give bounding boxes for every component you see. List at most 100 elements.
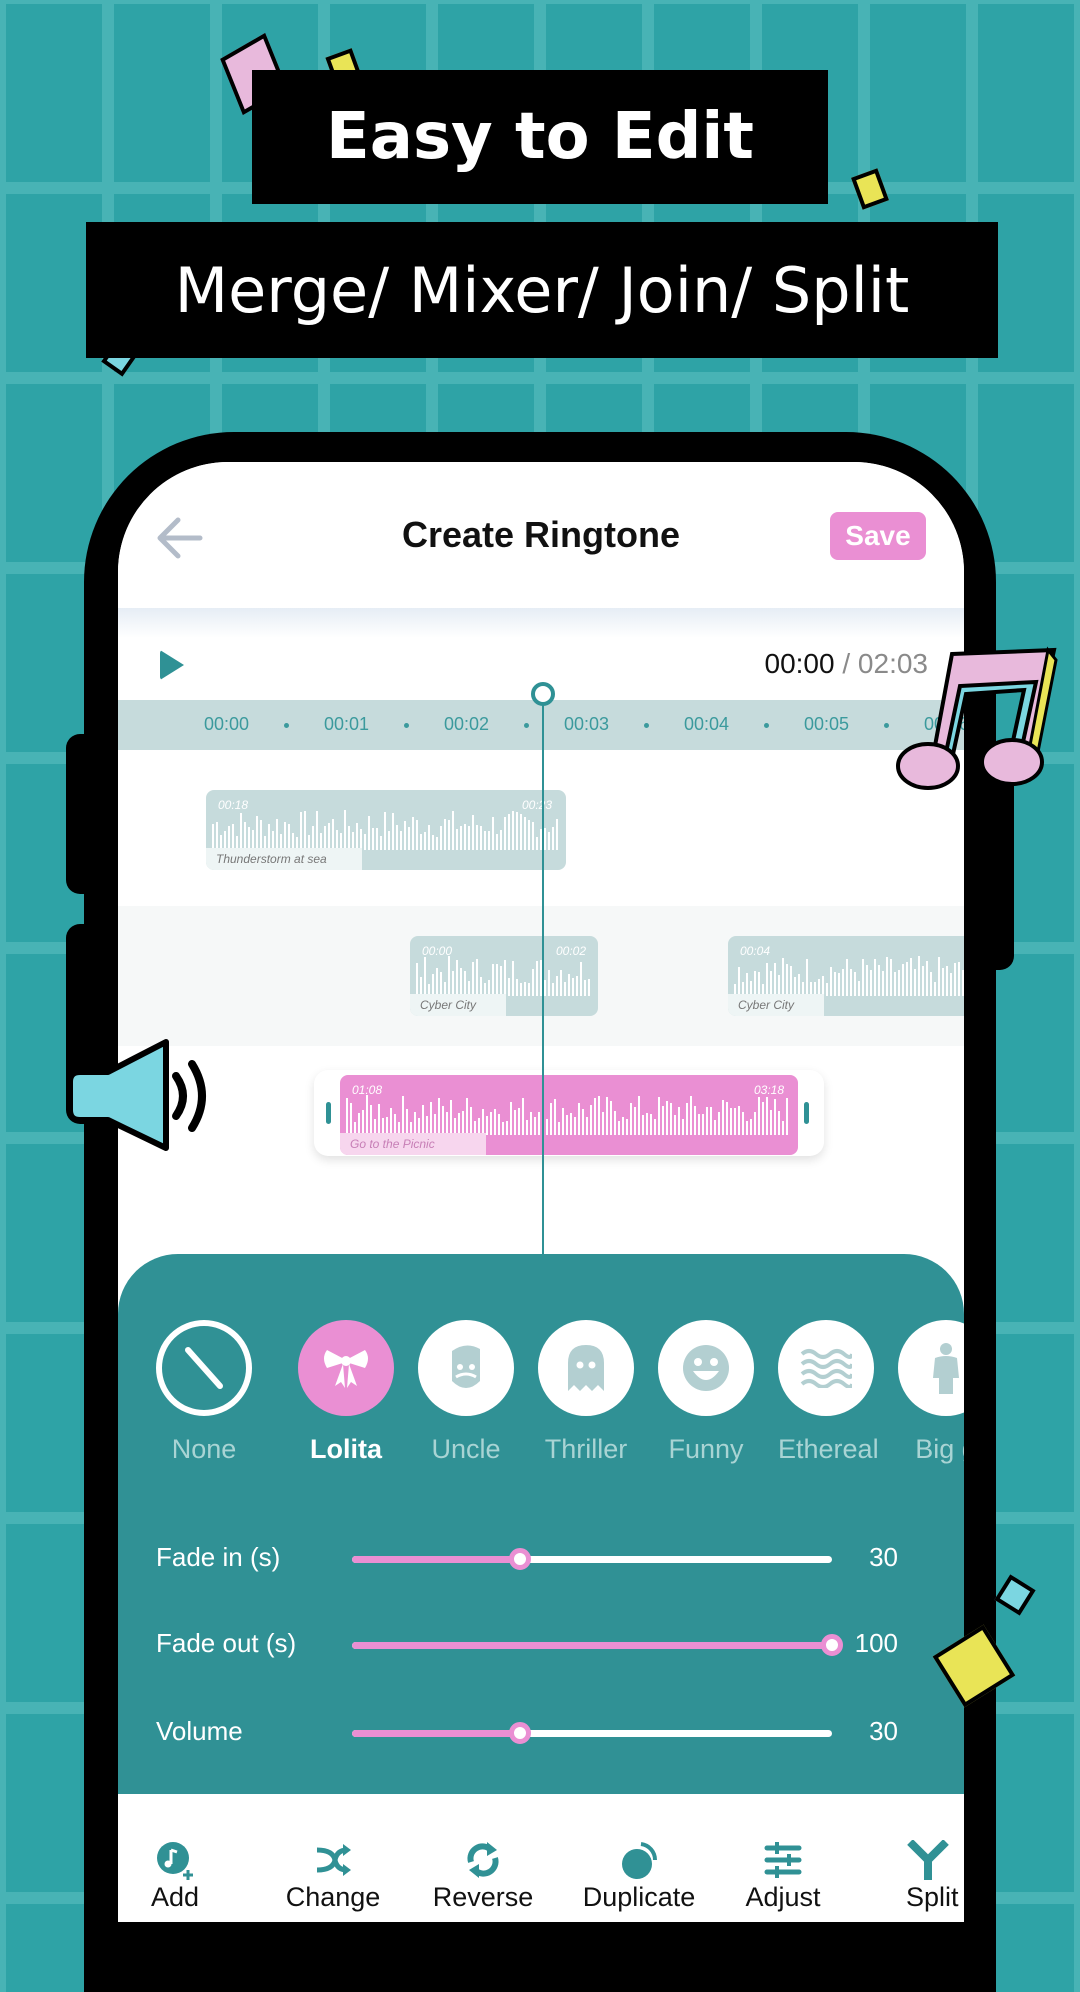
- bow-icon: [298, 1320, 394, 1416]
- waveform-bar: [626, 1119, 628, 1135]
- waveform-bar: [512, 810, 514, 850]
- audio-clip[interactable]: 00:00 00:02 Cyber City: [410, 936, 598, 1016]
- waveform-bar: [408, 826, 410, 850]
- effect-big-g[interactable]: Big g: [898, 1320, 964, 1465]
- save-button[interactable]: Save: [830, 512, 926, 560]
- effect-thriller[interactable]: Thriller: [538, 1320, 634, 1465]
- waveform-bar: [432, 835, 434, 850]
- waveform-bar: [766, 962, 768, 996]
- waveform-bar: [440, 971, 442, 996]
- waveform-bar: [958, 962, 960, 996]
- ruler-tick: 00:04: [684, 714, 730, 734]
- selected-audio-clip[interactable]: 01:08 03:18 Go to the Picnic: [340, 1075, 798, 1155]
- ruler-dot: [524, 723, 529, 728]
- waveform-bar: [534, 1116, 536, 1135]
- slider-thumb[interactable]: [509, 1722, 531, 1744]
- effect-funny[interactable]: Funny: [658, 1320, 754, 1465]
- waveform-bar: [516, 812, 518, 850]
- waveform-bar: [472, 961, 474, 996]
- waveform-bar: [584, 980, 586, 996]
- waveform-bar: [666, 1100, 668, 1135]
- waveform-bar: [566, 1115, 568, 1135]
- waveform-bar: [842, 968, 844, 996]
- selected-clip-container: 01:08 03:18 Go to the Picnic: [314, 1070, 824, 1156]
- waveform-bar: [328, 822, 330, 850]
- waveform-bar: [276, 819, 278, 850]
- effect-label: Thriller: [544, 1434, 628, 1464]
- playhead-handle[interactable]: [531, 682, 555, 706]
- trim-handle-left[interactable]: [326, 1102, 331, 1124]
- waveform-bar: [520, 813, 522, 850]
- waveform-bar: [332, 819, 334, 850]
- waveform-bar: [458, 1113, 460, 1135]
- slider-thumb[interactable]: [509, 1548, 531, 1570]
- tool-duplicate[interactable]: Duplicate: [574, 1840, 704, 1913]
- play-icon[interactable]: [160, 650, 184, 680]
- waveform-bar: [558, 1122, 560, 1135]
- waveform-bar: [544, 979, 546, 996]
- waveform-bar: [538, 1112, 540, 1135]
- waveform-bar: [526, 1120, 528, 1135]
- waveform-bar: [726, 1102, 728, 1135]
- trim-handle-right[interactable]: [804, 1102, 809, 1124]
- waveform: [416, 956, 592, 996]
- effect-label: None: [171, 1434, 237, 1464]
- slider-thumb[interactable]: [821, 1634, 843, 1656]
- volume-slider[interactable]: [352, 1722, 832, 1744]
- waveform-bar: [324, 826, 326, 850]
- tool-split[interactable]: Split: [906, 1840, 964, 1913]
- waveform-bar: [838, 973, 840, 996]
- uncle-face-icon: [418, 1320, 514, 1416]
- tool-add[interactable]: Add: [140, 1840, 210, 1913]
- waveform-bar: [554, 1099, 556, 1135]
- waveform-bar: [420, 834, 422, 850]
- waveform-bar: [962, 969, 964, 996]
- waveform-bar: [300, 811, 302, 850]
- timeline-ruler[interactable]: 00:00 00:01 00:02 00:03 00:04 00:05 00:0…: [118, 700, 964, 750]
- fade-in-slider[interactable]: [352, 1548, 832, 1570]
- audio-clip[interactable]: 00:04 Cyber City: [728, 936, 964, 1016]
- waveform-bar: [496, 834, 498, 850]
- ruler-tick: 00:00: [204, 714, 250, 734]
- waveform-bar: [564, 982, 566, 996]
- effect-lolita[interactable]: Lolita: [298, 1320, 394, 1465]
- waveform-bar: [886, 956, 888, 996]
- waveform-bar: [460, 967, 462, 996]
- ruler-dot: [404, 723, 409, 728]
- waveform-bar: [446, 1111, 448, 1135]
- waveform-bar: [512, 960, 514, 996]
- playhead-line[interactable]: [542, 696, 544, 1264]
- waveform-bar: [562, 1107, 564, 1135]
- waveform-bar: [536, 837, 538, 850]
- audio-clip[interactable]: 00:18 00:23 Thunderstorm at sea: [206, 790, 566, 870]
- waveform-bar: [550, 1102, 552, 1135]
- waveform-bar: [894, 972, 896, 996]
- waveform-bar: [402, 1096, 404, 1135]
- waveform-bar: [530, 1111, 532, 1135]
- tool-change[interactable]: Change: [278, 1840, 388, 1913]
- effect-none[interactable]: None: [156, 1320, 252, 1465]
- waveform-bar: [552, 982, 554, 996]
- effect-uncle[interactable]: Uncle: [418, 1320, 514, 1465]
- tool-adjust[interactable]: Adjust: [738, 1840, 828, 1913]
- slider-value: 30: [869, 1542, 898, 1572]
- waveform-bar: [930, 971, 932, 996]
- waveform-bar: [786, 963, 788, 996]
- waveform-bar: [878, 965, 880, 996]
- track-lane: 00:18 00:23 Thunderstorm at sea: [118, 750, 964, 894]
- tool-reverse[interactable]: Reverse: [428, 1840, 538, 1913]
- waveform-bar: [378, 1104, 380, 1135]
- waveform-bar: [682, 1119, 684, 1135]
- waveform-bar: [482, 1109, 484, 1135]
- waveform-bar: [430, 1102, 432, 1135]
- waveform-bar: [854, 972, 856, 996]
- fade-out-slider-row: Fade out (s) 100: [156, 1624, 946, 1664]
- waveform-bar: [734, 1108, 736, 1135]
- waveform-bar: [858, 980, 860, 996]
- waveform-bar: [438, 1097, 440, 1135]
- waveform-bar: [942, 968, 944, 996]
- fade-out-slider[interactable]: [352, 1634, 843, 1656]
- waveform-bar: [390, 1108, 392, 1135]
- waveform-bar: [834, 971, 836, 996]
- effect-ethereal[interactable]: Ethereal: [778, 1320, 879, 1465]
